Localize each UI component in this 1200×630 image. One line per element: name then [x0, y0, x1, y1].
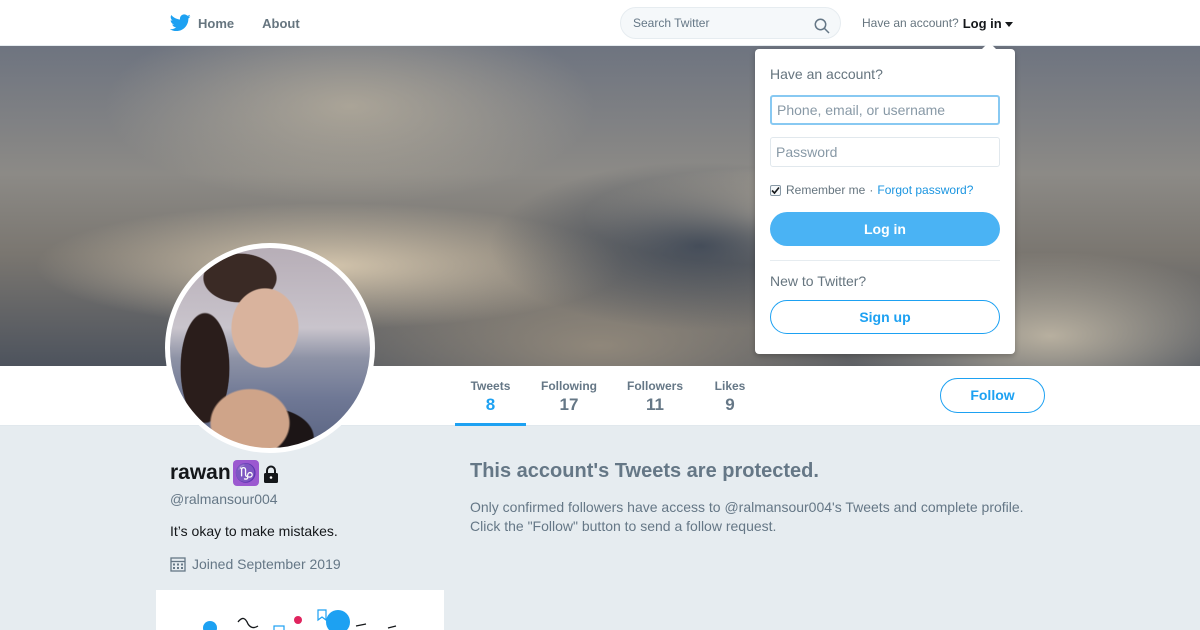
login-button[interactable]: Log in — [770, 212, 1000, 246]
forgot-password-link[interactable]: Forgot password? — [877, 183, 973, 197]
nav-home-link[interactable]: Home — [198, 16, 234, 31]
search-icon[interactable] — [814, 15, 830, 34]
remember-separator: · — [869, 183, 874, 197]
stat-followers[interactable]: Followers 11 — [620, 366, 690, 426]
login-menu-link[interactable]: Log in — [963, 16, 1013, 31]
illustration-card — [156, 590, 444, 630]
joined-text: Joined September 2019 — [192, 556, 341, 572]
follow-button[interactable]: Follow — [940, 378, 1045, 413]
lock-icon — [263, 465, 279, 483]
stat-following-label: Following — [541, 379, 597, 393]
new-to-twitter-label: New to Twitter? — [770, 273, 867, 289]
joined-date: Joined September 2019 — [170, 556, 341, 572]
stat-following[interactable]: Following 17 — [533, 366, 605, 426]
account-area: Have an account? Log in — [862, 0, 1013, 46]
login-link-label: Log in — [962, 15, 1002, 31]
top-nav: Home About Search Twitter Have an accoun… — [0, 0, 1200, 46]
protected-line-2: Click the "Follow" button to send a foll… — [470, 518, 777, 534]
nav-about-link[interactable]: About — [262, 16, 300, 31]
stat-followers-label: Followers — [626, 379, 683, 393]
profile-name-text: rawan — [170, 461, 231, 484]
protected-line-1: Only confirmed followers have access to … — [470, 499, 1024, 515]
remember-checkbox[interactable] — [770, 184, 781, 196]
stat-tweets-label: Tweets — [470, 379, 511, 393]
protected-body: Only confirmed followers have access to … — [470, 498, 1070, 536]
remember-label[interactable]: Remember me — [786, 183, 865, 197]
profile-bio: It’s okay to make mistakes. — [170, 523, 338, 539]
stat-tweets[interactable]: Tweets 8 — [455, 366, 526, 426]
search-placeholder: Search Twitter — [633, 16, 710, 30]
stat-likes[interactable]: Likes 9 — [705, 366, 755, 426]
avatar[interactable] — [165, 243, 375, 453]
have-account-label: Have an account? — [862, 16, 959, 30]
dropdown-divider — [770, 260, 1000, 261]
stat-tweets-value: 8 — [485, 395, 496, 414]
profile-name: rawan ♑ — [170, 460, 279, 486]
dropdown-heading: Have an account? — [770, 66, 883, 82]
stat-followers-value: 11 — [646, 395, 664, 414]
caret-down-icon — [1004, 21, 1013, 27]
stat-following-value: 17 — [559, 395, 579, 414]
signup-button[interactable]: Sign up — [770, 300, 1000, 334]
password-field[interactable] — [770, 137, 1000, 167]
zodiac-emoji: ♑ — [232, 460, 259, 486]
stat-likes-label: Likes — [714, 379, 746, 393]
checkmark-icon — [771, 186, 780, 194]
protected-title: This account's Tweets are protected. — [470, 460, 819, 482]
illustration-icon — [203, 609, 397, 630]
screen-name[interactable]: @ralmansour004 — [170, 491, 278, 507]
username-field[interactable] — [770, 95, 1000, 125]
search-input[interactable]: Search Twitter — [620, 7, 841, 39]
twitter-bird-icon[interactable] — [170, 13, 192, 33]
remember-row: Remember me · Forgot password? — [770, 183, 973, 197]
nav-left: Home About — [170, 0, 328, 46]
calendar-icon — [170, 556, 186, 572]
stat-likes-value: 9 — [725, 395, 735, 414]
login-dropdown: Have an account? Remember me · Forgot pa… — [755, 42, 1015, 354]
